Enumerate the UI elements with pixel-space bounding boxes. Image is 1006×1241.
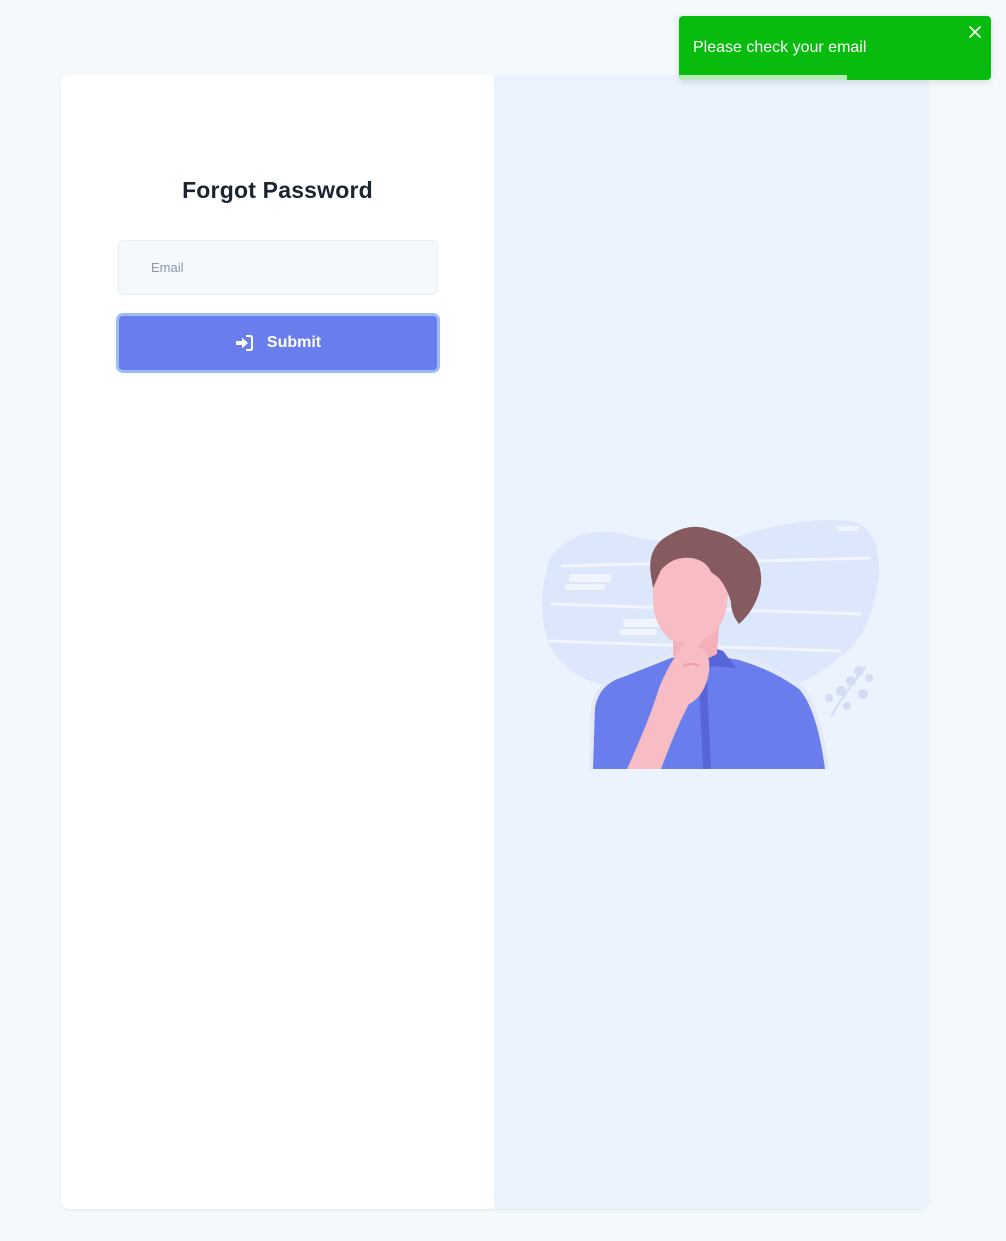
forgot-password-card: Forgot Password Submit: [61, 75, 928, 1209]
thinking-person-illustration: [542, 520, 880, 769]
submit-button[interactable]: Submit: [116, 313, 440, 373]
close-icon[interactable]: [967, 24, 983, 40]
page-title: Forgot Password: [182, 177, 373, 203]
success-toast[interactable]: Please check your email: [679, 16, 991, 80]
illustration-panel: [494, 75, 928, 1209]
toast-message: Please check your email: [693, 39, 867, 56]
submit-label: Submit: [266, 334, 322, 351]
sign-in-icon: [235, 335, 253, 351]
form-panel: Forgot Password Submit: [61, 75, 494, 1209]
email-field[interactable]: [118, 240, 438, 295]
toast-progress-bar: [679, 75, 848, 80]
